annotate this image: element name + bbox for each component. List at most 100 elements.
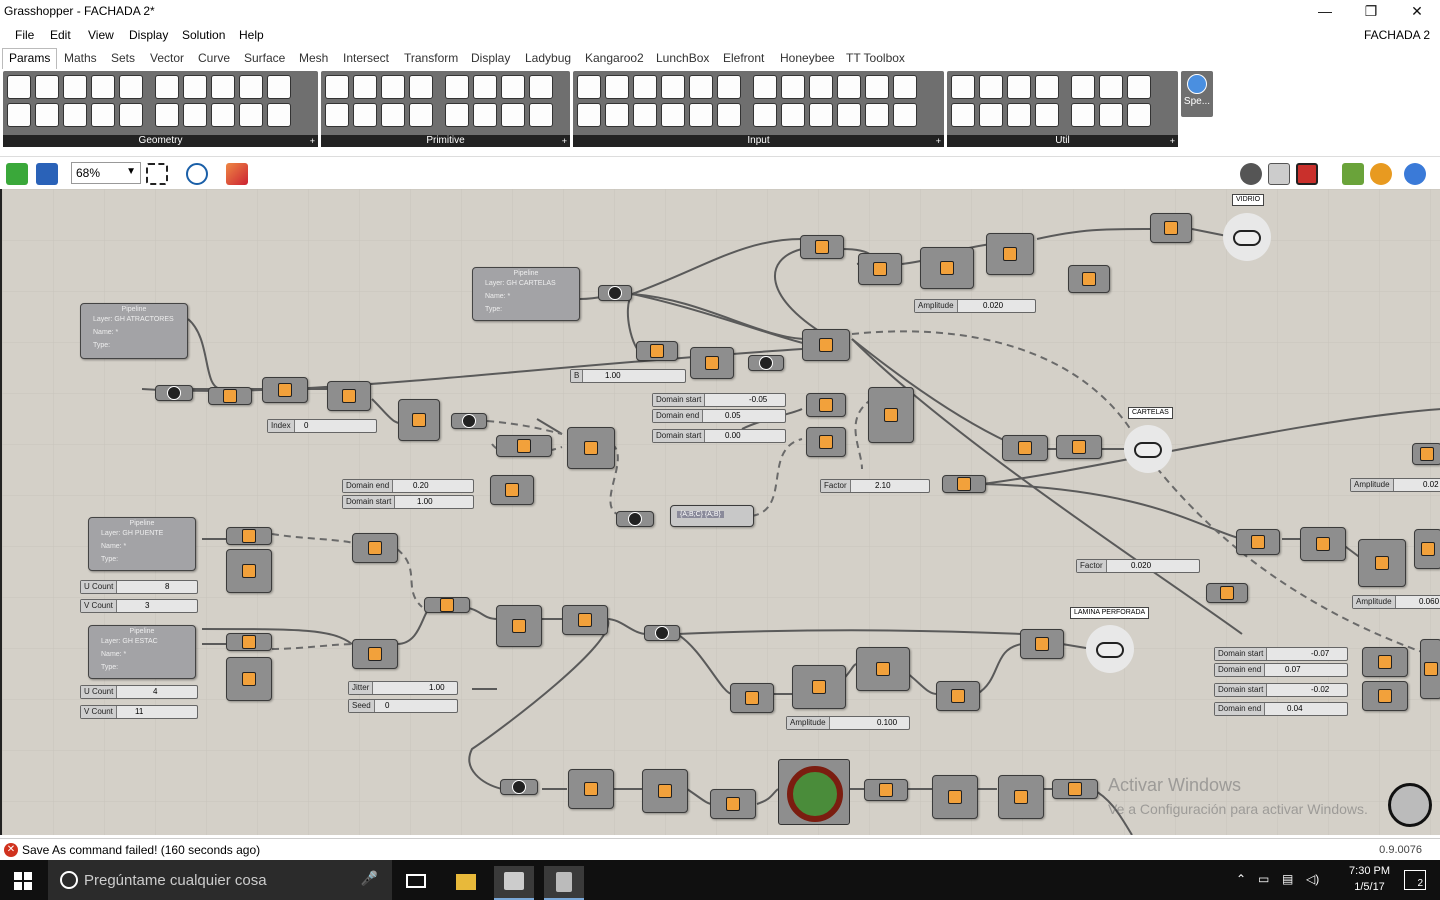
- number-slider[interactable]: Domain end 0.05: [652, 409, 786, 423]
- gh-component[interactable]: [920, 247, 974, 289]
- number-slider[interactable]: Domain start -0.02: [1214, 683, 1348, 697]
- component-tool-icon[interactable]: [951, 75, 975, 99]
- gh-component[interactable]: [800, 235, 844, 259]
- number-slider[interactable]: Amplitude 0.02: [1350, 478, 1440, 492]
- menu-display[interactable]: Display: [129, 28, 168, 42]
- component-tool-icon[interactable]: [529, 75, 553, 99]
- gh-component[interactable]: [1150, 213, 1192, 243]
- component-tool-icon[interactable]: [63, 75, 87, 99]
- component-tool-icon[interactable]: [119, 103, 143, 127]
- component-tool-icon[interactable]: [501, 103, 525, 127]
- component-tool-icon[interactable]: [979, 75, 1003, 99]
- number-slider[interactable]: V Count 11: [80, 705, 198, 719]
- gh-component[interactable]: [942, 475, 986, 493]
- gh-component[interactable]: [155, 385, 193, 401]
- gh-component[interactable]: [1362, 681, 1408, 711]
- number-slider[interactable]: B 1.00: [570, 369, 686, 383]
- number-slider[interactable]: Index 0: [267, 419, 377, 433]
- gh-component[interactable]: [690, 347, 734, 379]
- number-slider[interactable]: Amplitude 0.020: [914, 299, 1036, 313]
- expand-icon[interactable]: +: [562, 135, 567, 147]
- component-tool-icon[interactable]: [35, 103, 59, 127]
- component-tool-icon[interactable]: [951, 103, 975, 127]
- component-tool-icon[interactable]: [605, 103, 629, 127]
- expand-icon[interactable]: +: [1170, 135, 1175, 147]
- pipeline-atractores[interactable]: Pipeline Layer: GH ATRACTORES Name: * Ty…: [80, 303, 188, 359]
- file-explorer-icon[interactable]: [446, 866, 486, 900]
- gh-component[interactable]: [262, 377, 308, 403]
- component-tool-icon[interactable]: [837, 103, 861, 127]
- taskbar-search[interactable]: Pregúntame cualquier cosa 🎤: [48, 860, 392, 900]
- material-icon[interactable]: [1370, 163, 1392, 185]
- tab-kangaroo2[interactable]: Kangaroo2: [585, 51, 644, 65]
- gh-component[interactable]: [1412, 443, 1440, 465]
- gh-component[interactable]: [327, 381, 371, 411]
- pipeline-estac[interactable]: Pipeline Layer: GH ESTAC Name: * Type:: [88, 625, 196, 679]
- component-tool-icon[interactable]: [91, 75, 115, 99]
- gh-component[interactable]: [352, 533, 398, 563]
- save-file-icon[interactable]: [36, 163, 58, 185]
- number-slider[interactable]: Domain start 0.00: [652, 429, 786, 443]
- gh-component[interactable]: [730, 683, 774, 713]
- gh-component[interactable]: [496, 605, 542, 647]
- component-tool-icon[interactable]: [689, 75, 713, 99]
- component-tool-icon[interactable]: [865, 75, 889, 99]
- component-tool-icon[interactable]: [865, 103, 889, 127]
- open-file-icon[interactable]: [6, 163, 28, 185]
- battery-icon[interactable]: ▭: [1258, 872, 1269, 886]
- component-tool-icon[interactable]: [381, 103, 405, 127]
- zoom-extents-icon[interactable]: [146, 163, 168, 185]
- gh-component[interactable]: [936, 681, 980, 711]
- maximize-button[interactable]: ❐: [1348, 0, 1394, 24]
- gh-component[interactable]: [1420, 639, 1440, 699]
- tab-params[interactable]: Params: [2, 48, 58, 69]
- preview-eye-icon[interactable]: [186, 163, 208, 185]
- component-tool-icon[interactable]: [325, 103, 349, 127]
- component-tool-icon[interactable]: [119, 75, 143, 99]
- gh-component[interactable]: [226, 657, 272, 701]
- preview-selected-icon[interactable]: [1296, 163, 1318, 185]
- gh-component[interactable]: [642, 769, 688, 813]
- gh-component[interactable]: [1236, 529, 1280, 555]
- custom-preview-vidrio[interactable]: [1223, 213, 1271, 261]
- component-tool-icon[interactable]: [239, 75, 263, 99]
- menu-view[interactable]: View: [88, 28, 114, 42]
- component-tool-icon[interactable]: [1099, 103, 1123, 127]
- component-tool-icon[interactable]: [661, 103, 685, 127]
- tab-surface[interactable]: Surface: [244, 51, 285, 65]
- component-tool-icon[interactable]: [633, 103, 657, 127]
- component-tool-icon[interactable]: [353, 75, 377, 99]
- gh-component[interactable]: [1358, 539, 1406, 587]
- windows-start-icon[interactable]: [14, 872, 32, 890]
- network-icon[interactable]: ▤: [1282, 872, 1293, 886]
- menu-edit[interactable]: Edit: [50, 28, 71, 42]
- grasshopper-app-icon[interactable]: [494, 866, 534, 900]
- component-tool-icon[interactable]: [7, 75, 31, 99]
- custom-preview-lamina[interactable]: [1086, 625, 1134, 673]
- gh-component[interactable]: [568, 769, 614, 809]
- gh-component[interactable]: [616, 511, 654, 527]
- component-tool-icon[interactable]: [893, 103, 917, 127]
- tab-mesh[interactable]: Mesh: [299, 51, 328, 65]
- number-slider[interactable]: Domain end 0.04: [1214, 702, 1348, 716]
- component-tool-icon[interactable]: [1007, 75, 1031, 99]
- component-tool-icon[interactable]: [211, 75, 235, 99]
- component-tool-icon[interactable]: [661, 75, 685, 99]
- number-slider[interactable]: Factor 2.10: [820, 479, 930, 493]
- sketch-icon[interactable]: [226, 163, 248, 185]
- expand-icon[interactable]: +: [936, 135, 941, 147]
- tab-lunchbox[interactable]: LunchBox: [656, 51, 709, 65]
- gh-component[interactable]: [856, 647, 910, 691]
- number-slider[interactable]: U Count 8: [80, 580, 198, 594]
- sphere-options-icon[interactable]: [1404, 163, 1426, 185]
- component-tool-icon[interactable]: [35, 75, 59, 99]
- gh-component[interactable]: [1414, 529, 1440, 569]
- gh-component[interactable]: [858, 253, 902, 285]
- navigation-dial[interactable]: [1388, 783, 1432, 827]
- gh-component[interactable]: [636, 341, 678, 361]
- gh-component[interactable]: [806, 393, 846, 417]
- component-tool-icon[interactable]: [1127, 75, 1151, 99]
- tab-sets[interactable]: Sets: [111, 51, 135, 65]
- gh-component[interactable]: [598, 285, 632, 301]
- pipeline-puente[interactable]: Pipeline Layer: GH PUENTE Name: * Type:: [88, 517, 196, 571]
